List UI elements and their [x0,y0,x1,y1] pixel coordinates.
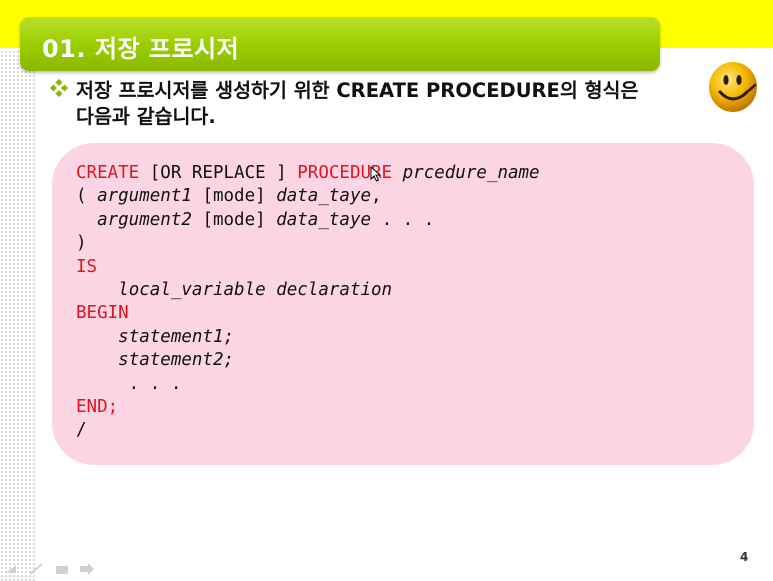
diamond-bullet-icon [50,79,68,97]
code-line-1: CREATE [OR REPLACE ] PROCEDURE prcedure_… [76,162,540,185]
keyword-is: IS [76,256,98,277]
code-ellipsis: . . . [371,209,435,230]
code-line-2: ( argument1 [mode] data_taye, [76,185,540,208]
bullet-line-2: 다음과 같습니다. [76,105,216,128]
code-argument2: argument2 [97,209,192,230]
slide-nav-icons[interactable] [4,562,96,576]
mouse-cursor-icon [370,166,382,182]
left-dot-pattern [0,50,36,581]
code-line-8: statement1; [76,326,540,349]
code-line-10: . . . [76,373,182,394]
keyword-begin: BEGIN [76,303,129,324]
code-argument1: argument1 [97,186,192,207]
bullet-line-1: 저장 프로시저를 생성하기 위한 CREATE PROCEDURE의 형식은 [76,79,639,102]
slide-title: 01. 저장 프로시저 [42,35,240,63]
code-block: CREATE [OR REPLACE ] PROCEDURE prcedure_… [76,162,540,443]
code-mode: [mode] [191,209,277,230]
code-statement1: statement1; [118,326,235,347]
code-statement2: statement2; [118,350,235,371]
code-line-3: argument2 [mode] data_taye . . . [76,209,540,232]
keyword-create: CREATE [76,163,140,183]
title-bar: 01. 저장 프로시저 [20,17,660,71]
code-mode: [mode] [191,186,277,207]
bullet-text: 저장 프로시저를 생성하기 위한 CREATE PROCEDURE의 형식은 다… [76,78,756,130]
code-line-6: local_variable declaration [76,279,540,302]
code-data-type: data_taye [276,209,372,230]
keyword-end: END; [76,397,119,418]
page-number: 4 [740,550,749,564]
code-or-replace: [OR REPLACE ] [139,163,298,183]
code-paren-open: ( [76,186,98,207]
procedure-name: prcedure_name [392,163,540,183]
code-comma: , [371,186,382,207]
code-data-type: data_taye [276,186,372,207]
code-local-variable: local_variable declaration [118,280,393,301]
code-line-4: ) [76,233,87,254]
code-line-12: / [76,420,87,441]
code-line-9: statement2; [76,349,540,372]
